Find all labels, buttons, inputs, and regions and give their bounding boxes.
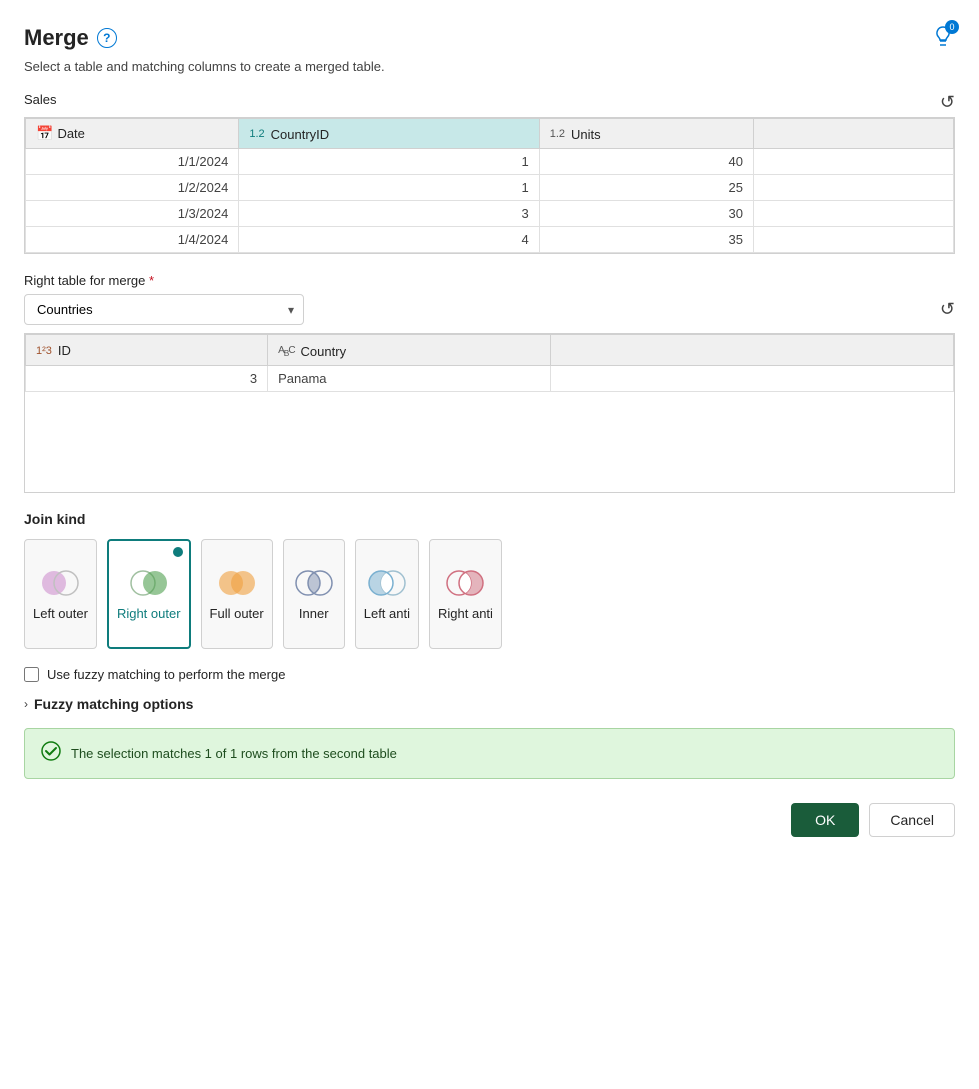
join-option-left-anti-wrap: Left anti	[355, 539, 419, 649]
join-option-inner-label: Inner	[299, 606, 329, 621]
inner-venn-icon	[292, 568, 336, 598]
left-anti-venn-icon	[365, 568, 409, 598]
join-option-right-anti-label: Right anti	[438, 606, 493, 621]
join-option-left-outer-wrap: Left outer	[24, 539, 97, 649]
sales-cid-4: 4	[239, 227, 539, 253]
sales-col-date[interactable]: 📅 Date	[26, 119, 239, 149]
fuzzy-options-label: Fuzzy matching options	[34, 696, 193, 712]
countries-name-1: Panama	[268, 366, 550, 392]
countries-table: 1²3 ID ABC Country 3 Panama	[25, 334, 954, 392]
sales-col-units-label: Units	[571, 127, 601, 142]
ok-button[interactable]: OK	[791, 803, 859, 837]
join-option-left-outer[interactable]: Left outer	[24, 539, 97, 649]
join-option-right-outer-label: Right outer	[117, 606, 181, 621]
dialog-header: Merge ? 0	[24, 24, 955, 51]
join-kind-label: Join kind	[24, 511, 955, 527]
fuzzy-chevron-icon: ›	[24, 697, 28, 711]
right-anti-venn-icon	[443, 568, 487, 598]
countries-col-country[interactable]: ABC Country	[268, 335, 550, 366]
sales-units-2: 25	[539, 175, 753, 201]
join-option-left-anti-label: Left anti	[364, 606, 410, 621]
sales-col-units[interactable]: 1.2 Units	[539, 119, 753, 149]
right-table-dropdown[interactable]: Countries	[24, 294, 304, 325]
success-message: The selection matches 1 of 1 rows from t…	[24, 728, 955, 779]
sales-date-3: 1/3/2024	[26, 201, 239, 227]
subtitle: Select a table and matching columns to c…	[24, 59, 955, 74]
dropdown-row: Countries ▾ ↺	[24, 294, 955, 325]
page-title: Merge	[24, 25, 89, 51]
join-options-container: Left outer Right outer Full outer	[24, 539, 955, 649]
right-outer-venn-icon	[127, 568, 171, 598]
join-option-full-outer-label: Full outer	[210, 606, 264, 621]
table-row[interactable]: 1/4/2024 4 35	[26, 227, 954, 253]
bulb-badge: 0	[945, 20, 959, 34]
sales-units-1: 40	[539, 149, 753, 175]
table-row[interactable]: 3 Panama	[26, 366, 954, 392]
sales-col-date-label: Date	[57, 126, 84, 141]
sales-header-row: Sales ↺	[24, 92, 955, 113]
success-check-icon	[41, 741, 61, 766]
success-message-text: The selection matches 1 of 1 rows from t…	[71, 746, 397, 761]
table-row[interactable]: 1/2/2024 1 25	[26, 175, 954, 201]
right-table-dropdown-container: Countries ▾	[24, 294, 304, 325]
countries-id-1: 3	[26, 366, 268, 392]
fuzzy-checkbox[interactable]	[24, 667, 39, 682]
countries-col-country-label: Country	[301, 344, 347, 359]
join-option-left-anti[interactable]: Left anti	[355, 539, 419, 649]
join-option-full-outer-wrap: Full outer	[201, 539, 273, 649]
right-table-refresh-icon[interactable]: ↺	[940, 299, 955, 320]
footer-buttons: OK Cancel	[24, 803, 955, 837]
countries-table-container: 1²3 ID ABC Country 3 Panama	[24, 333, 955, 493]
sales-units-3: 30	[539, 201, 753, 227]
sales-col-countryid-label: CountryID	[271, 127, 330, 142]
sales-units-4: 35	[539, 227, 753, 253]
sales-cid-2: 1	[239, 175, 539, 201]
fuzzy-options-row[interactable]: › Fuzzy matching options	[24, 696, 955, 712]
help-icon[interactable]: ?	[97, 28, 117, 48]
sales-col-countryid[interactable]: 1.2 CountryID	[239, 119, 539, 149]
join-option-inner-wrap: Inner	[283, 539, 345, 649]
countries-col-empty	[550, 335, 954, 366]
sales-refresh-icon[interactable]: ↺	[940, 92, 955, 113]
fuzzy-checkbox-row: Use fuzzy matching to perform the merge	[24, 667, 955, 682]
right-table-label: Right table for merge *	[24, 273, 154, 288]
bulb-icon-wrap[interactable]: 0	[931, 24, 955, 51]
sales-date-4: 1/4/2024	[26, 227, 239, 253]
fuzzy-checkbox-label[interactable]: Use fuzzy matching to perform the merge	[47, 667, 285, 682]
join-option-right-outer[interactable]: Right outer	[107, 539, 191, 649]
join-option-full-outer[interactable]: Full outer	[201, 539, 273, 649]
full-outer-venn-icon	[215, 568, 259, 598]
join-option-inner[interactable]: Inner	[283, 539, 345, 649]
join-option-right-anti[interactable]: Right anti	[429, 539, 502, 649]
table-row[interactable]: 1/1/2024 1 40	[26, 149, 954, 175]
table-row[interactable]: 1/3/2024 3 30	[26, 201, 954, 227]
sales-table: 📅 Date 1.2 CountryID 1.2 Units	[25, 118, 954, 253]
cancel-button[interactable]: Cancel	[869, 803, 955, 837]
join-option-left-outer-label: Left outer	[33, 606, 88, 621]
countries-col-id[interactable]: 1²3 ID	[26, 335, 268, 366]
join-option-right-anti-wrap: Right anti	[429, 539, 502, 649]
countries-col-id-label: ID	[58, 343, 71, 358]
sales-date-1: 1/1/2024	[26, 149, 239, 175]
sales-date-2: 1/2/2024	[26, 175, 239, 201]
sales-label: Sales	[24, 92, 57, 107]
left-outer-venn-icon	[38, 568, 82, 598]
sales-cid-3: 3	[239, 201, 539, 227]
required-star: *	[149, 273, 154, 288]
selected-indicator	[171, 545, 185, 559]
join-option-right-outer-wrap: Right outer	[107, 539, 191, 649]
sales-cid-1: 1	[239, 149, 539, 175]
sales-col-empty	[754, 119, 954, 149]
title-area: Merge ?	[24, 25, 117, 51]
sales-table-container: 📅 Date 1.2 CountryID 1.2 Units	[24, 117, 955, 254]
